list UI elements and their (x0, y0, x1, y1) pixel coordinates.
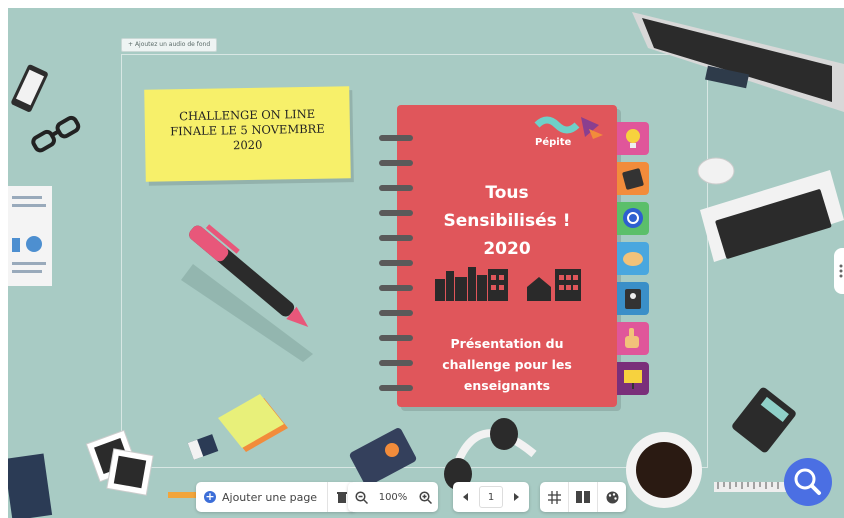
zoom-in-icon (418, 490, 432, 504)
add-page-toolbar: + Ajouter une page (196, 482, 357, 512)
trash-icon (337, 492, 348, 503)
search-icon (794, 468, 821, 495)
grid-icon (547, 490, 561, 504)
photos-icon (85, 429, 154, 496)
zoom-level: 100% (378, 491, 408, 503)
theme-button[interactable] (598, 482, 626, 512)
search-button[interactable] (784, 458, 832, 506)
document-icon (8, 186, 52, 286)
page-view-button[interactable] (569, 482, 597, 512)
pages-icon (576, 491, 590, 503)
add-background-audio-button[interactable]: + Ajoutez un audio de fond (121, 38, 218, 52)
view-toolbar (540, 482, 626, 512)
zoom-in-button[interactable] (412, 482, 438, 512)
add-page-label: Ajouter une page (222, 490, 318, 504)
next-page-button[interactable] (503, 482, 529, 512)
side-panel-handle[interactable] (834, 248, 844, 294)
presentation-canvas[interactable]: + Ajoutez un audio de fond CHALLENGE ON … (8, 8, 844, 518)
more-vertical-icon (839, 264, 843, 278)
grid-button[interactable] (540, 482, 568, 512)
plus-icon: + (204, 490, 216, 503)
book-icon (8, 453, 53, 518)
page-navigation: 1 (453, 482, 529, 512)
add-page-button[interactable]: + Ajouter une page (196, 482, 327, 512)
monitor-icon (632, 12, 844, 112)
zoom-out-button[interactable] (348, 482, 374, 512)
previous-page-button[interactable] (453, 482, 479, 512)
glasses-icon (31, 115, 81, 153)
zoom-out-icon (354, 490, 368, 504)
page-guide (121, 54, 708, 468)
ruler-icon (714, 482, 786, 492)
bg-audio-label: Ajoutez un audio de fond (134, 41, 211, 48)
calculator-icon (732, 387, 796, 453)
chevron-left-icon (463, 493, 468, 501)
coffee-cup-icon (626, 432, 702, 508)
chevron-right-icon (514, 493, 519, 501)
keyboard-icon (700, 170, 844, 262)
page-number-input[interactable]: 1 (479, 486, 503, 508)
zoom-toolbar: 100% (348, 482, 438, 512)
palette-icon (606, 491, 618, 503)
sticky-notes-pad-icon (218, 394, 288, 452)
